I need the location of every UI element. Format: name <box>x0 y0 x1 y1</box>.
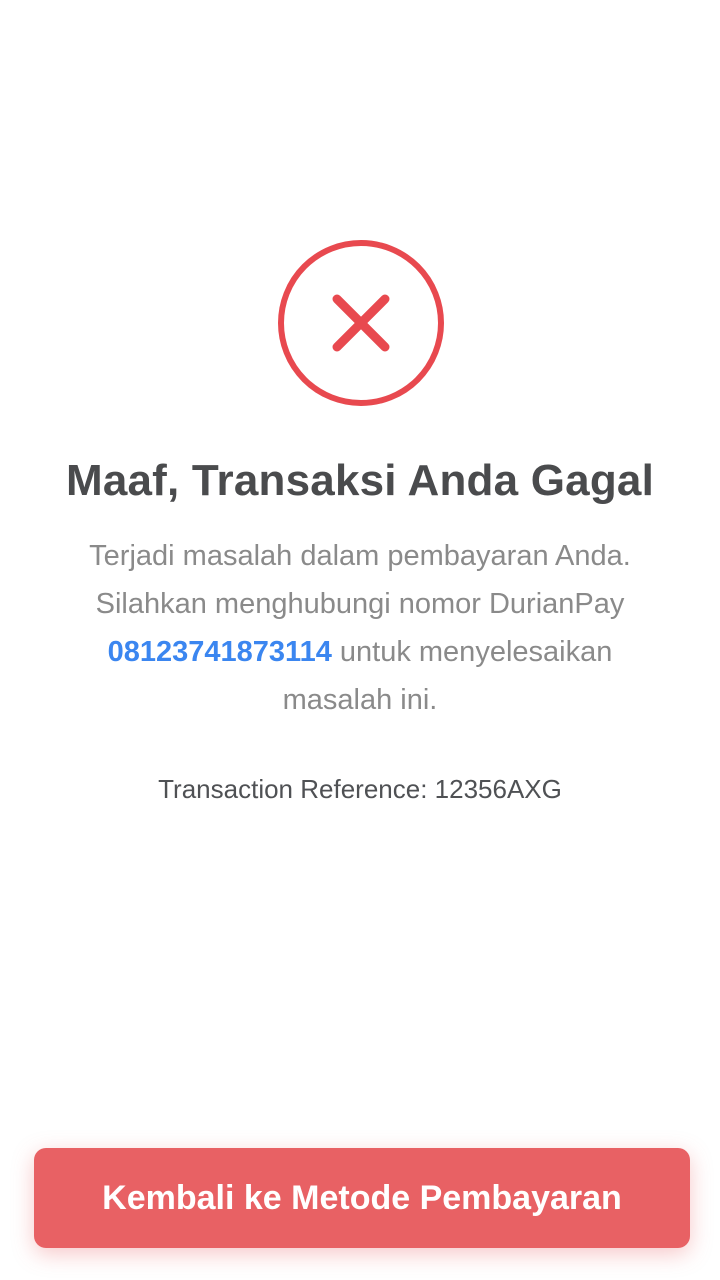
transaction-reference: Transaction Reference: 12356AXG <box>158 774 562 804</box>
error-message: Terjadi masalah dalam pembayaran Anda. S… <box>50 532 670 724</box>
back-to-payment-methods-button[interactable]: Kembali ke Metode Pembayaran <box>34 1148 690 1248</box>
message-text-after: untuk menyelesaikan masalah ini. <box>282 636 613 716</box>
error-x-circle-icon <box>278 240 444 406</box>
support-phone-link[interactable]: 08123741873114 <box>108 636 332 668</box>
payment-failed-screen: Maaf, Transaksi Anda Gagal Terjadi masal… <box>0 0 720 1280</box>
message-text-before: Terjadi masalah dalam pembayaran Anda. S… <box>89 540 631 620</box>
page-title: Maaf, Transaksi Anda Gagal <box>65 456 654 505</box>
